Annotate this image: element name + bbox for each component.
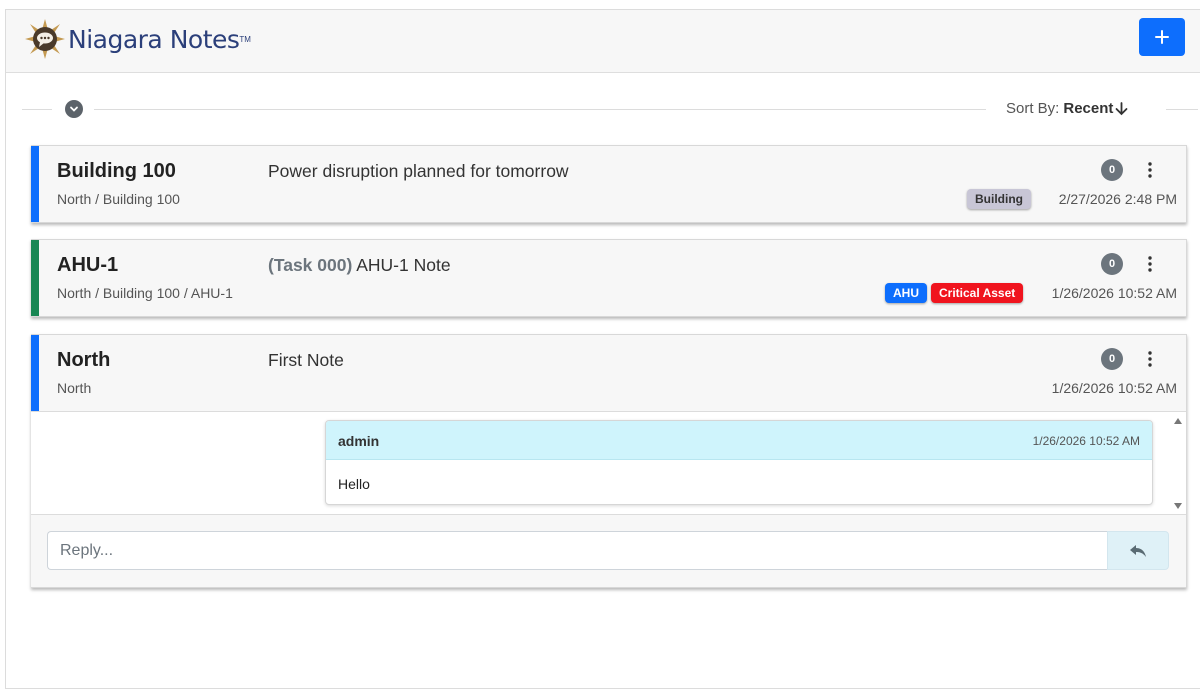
note-subject-text: AHU-1 Note (356, 255, 451, 275)
arrow-down-icon (1115, 101, 1128, 115)
note-subject: Power disruption planned for tomorrow (268, 161, 569, 182)
note-subject-text: First Note (268, 350, 344, 370)
reply-row (31, 515, 1186, 587)
note-card-expanded[interactable]: North North First Note 0 1/26/2026 10:52… (31, 334, 1187, 588)
tag-badge[interactable]: Building (967, 189, 1031, 209)
app-frame: Niagara Notes TM Sort By: Recent Buildin… (5, 9, 1200, 689)
kebab-menu-icon (1148, 351, 1152, 367)
note-title: AHU-1 (57, 254, 119, 276)
message-header: admin 1/26/2026 10:52 AM (326, 421, 1152, 460)
sort-control[interactable]: Sort By: Recent (1006, 100, 1128, 117)
chevron-down-icon (70, 106, 78, 112)
app-header: Niagara Notes TM (6, 10, 1200, 73)
list-toolbar: Sort By: Recent (6, 85, 1200, 135)
message-author: admin (338, 433, 380, 449)
note-header[interactable]: AHU-1 North / Building 100 / AHU-1 (Task… (31, 240, 1186, 316)
reply-count-badge: 0 (1101, 159, 1123, 181)
note-task-label: (Task 000) (268, 255, 353, 275)
note-header[interactable]: North North First Note 0 1/26/2026 10:52… (31, 335, 1186, 411)
note-path: North / Building 100 (57, 191, 180, 207)
message: admin 1/26/2026 10:52 AM Hello (325, 420, 1153, 505)
note-menu-button[interactable] (1143, 158, 1157, 182)
reply-send-button[interactable] (1107, 531, 1169, 570)
message-time: 1/26/2026 10:52 AM (1032, 434, 1140, 448)
collapse-all-toggle[interactable] (65, 100, 83, 118)
kebab-menu-icon (1148, 162, 1152, 178)
tag-badge[interactable]: Critical Asset (931, 283, 1024, 303)
niagara-sun-icon (25, 19, 65, 59)
note-subject: (Task 000) AHU-1 Note (268, 255, 451, 276)
reply-arrow-icon (1130, 544, 1146, 557)
tag-badge[interactable]: AHU (885, 283, 927, 303)
divider (94, 109, 986, 110)
sort-label: Sort By: (1006, 100, 1060, 117)
reply-input[interactable] (47, 531, 1107, 570)
note-date: 2/27/2026 2:48 PM (1058, 191, 1177, 207)
note-title: Building 100 (57, 160, 176, 182)
note-header[interactable]: Building 100 North / Building 100 Power … (31, 146, 1186, 222)
note-menu-button[interactable] (1143, 252, 1157, 276)
app-logo[interactable]: Niagara Notes TM (24, 18, 251, 60)
reply-count-badge: 0 (1101, 348, 1123, 370)
note-date: 1/26/2026 10:52 AM (1051, 380, 1177, 396)
kebab-menu-icon (1148, 256, 1152, 272)
divider (22, 109, 52, 110)
note-subject: First Note (268, 350, 344, 371)
note-path: North (57, 380, 92, 396)
message-thread[interactable]: admin 1/26/2026 10:52 AM Hello (31, 411, 1186, 515)
scroll-down-arrow-icon[interactable] (1173, 502, 1183, 510)
note-date: 1/26/2026 10:52 AM (1051, 285, 1177, 301)
message-body: Hello (338, 476, 370, 492)
divider (1166, 109, 1198, 110)
scroll-up-arrow-icon[interactable] (1173, 417, 1183, 425)
sort-value: Recent (1063, 100, 1114, 117)
reply-count-badge: 0 (1101, 253, 1123, 275)
note-card[interactable]: Building 100 North / Building 100 Power … (31, 145, 1187, 223)
note-menu-button[interactable] (1143, 347, 1157, 371)
note-tags: Building (967, 189, 1031, 209)
plus-icon (1155, 30, 1169, 44)
note-path: North / Building 100 / AHU-1 (57, 285, 233, 301)
trademark-mark: TM (239, 34, 251, 44)
note-title: North (57, 349, 111, 371)
note-card[interactable]: AHU-1 North / Building 100 / AHU-1 (Task… (31, 239, 1187, 317)
note-tags: AHU Critical Asset (885, 283, 1024, 303)
note-subject-text: Power disruption planned for tomorrow (268, 161, 569, 181)
app-title: Niagara Notes (68, 24, 240, 54)
add-note-button[interactable] (1139, 18, 1185, 56)
